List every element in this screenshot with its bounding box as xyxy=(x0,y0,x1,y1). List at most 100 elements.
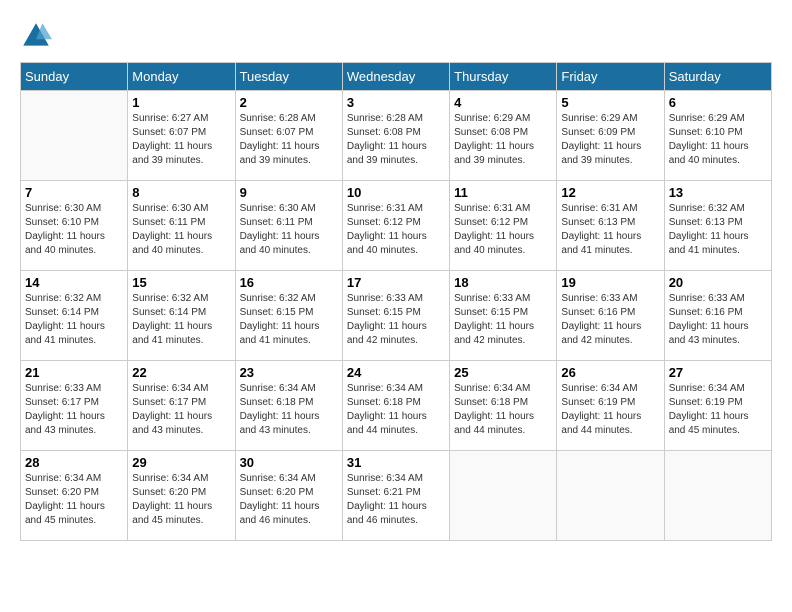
calendar-cell: 23 Sunrise: 6:34 AMSunset: 6:18 PMDayligh… xyxy=(235,361,342,451)
day-of-week-header: Tuesday xyxy=(235,63,342,91)
logo-icon xyxy=(20,20,52,52)
calendar-cell: 17 Sunrise: 6:33 AMSunset: 6:15 PMDayligh… xyxy=(342,271,449,361)
calendar-week-row: 7 Sunrise: 6:30 AMSunset: 6:10 PMDaylight… xyxy=(21,181,772,271)
day-number: 18 xyxy=(454,275,552,290)
day-info: Sunrise: 6:34 AMSunset: 6:17 PMDaylight:… xyxy=(132,382,230,438)
day-info: Sunrise: 6:28 AMSunset: 6:08 PMDaylight:… xyxy=(347,112,445,168)
calendar-cell: 29Sunrise: 6:34 AMSunset: 6:20 PMDayligh… xyxy=(128,451,235,541)
calendar-cell: 26Sunrise: 6:34 AMSunset: 6:19 PMDayligh… xyxy=(557,361,664,451)
calendar-cell: 25 Sunrise: 6:34 AMSunset: 6:18 PMDayligh… xyxy=(450,361,557,451)
day-number: 31 xyxy=(347,455,445,470)
calendar-cell: 24Sunrise: 6:34 AMSunset: 6:18 PMDayligh… xyxy=(342,361,449,451)
logo xyxy=(20,20,56,52)
day-info: Sunrise: 6:34 AMSunset: 6:18 PMDaylight:… xyxy=(347,382,445,438)
calendar-cell: 14 Sunrise: 6:32 AMSunset: 6:14 PMDayligh… xyxy=(21,271,128,361)
day-number: 23 xyxy=(240,365,338,380)
day-info: Sunrise: 6:34 AMSunset: 6:19 PMDaylight:… xyxy=(669,382,767,438)
day-number: 20 xyxy=(669,275,767,290)
day-info: Sunrise: 6:33 AMSunset: 6:15 PMDaylight:… xyxy=(454,292,552,348)
calendar-cell: 20Sunrise: 6:33 AMSunset: 6:16 PMDayligh… xyxy=(664,271,771,361)
calendar-cell: 6Sunrise: 6:29 AMSunset: 6:10 PMDaylight… xyxy=(664,91,771,181)
day-number: 10 xyxy=(347,185,445,200)
day-number: 22 xyxy=(132,365,230,380)
day-number: 12 xyxy=(561,185,659,200)
calendar-cell: 18 Sunrise: 6:33 AMSunset: 6:15 PMDayligh… xyxy=(450,271,557,361)
page-header xyxy=(20,20,772,52)
day-number: 30 xyxy=(240,455,338,470)
calendar-cell: 30 Sunrise: 6:34 AMSunset: 6:20 PMDayligh… xyxy=(235,451,342,541)
day-of-week-header: Wednesday xyxy=(342,63,449,91)
day-info: Sunrise: 6:29 AMSunset: 6:08 PMDaylight:… xyxy=(454,112,552,168)
day-info: Sunrise: 6:30 AMSunset: 6:10 PMDaylight:… xyxy=(25,202,123,258)
day-info: Sunrise: 6:34 AMSunset: 6:20 PMDaylight:… xyxy=(240,472,338,528)
day-info: Sunrise: 6:32 AMSunset: 6:13 PMDaylight:… xyxy=(669,202,767,258)
day-info: Sunrise: 6:30 AMSunset: 6:11 PMDaylight:… xyxy=(132,202,230,258)
calendar-week-row: 21 Sunrise: 6:33 AMSunset: 6:17 PMDayligh… xyxy=(21,361,772,451)
day-number: 8 xyxy=(132,185,230,200)
day-info: Sunrise: 6:34 AMSunset: 6:21 PMDaylight:… xyxy=(347,472,445,528)
day-number: 15 xyxy=(132,275,230,290)
day-number: 14 xyxy=(25,275,123,290)
calendar-cell: 28 Sunrise: 6:34 AMSunset: 6:20 PMDayligh… xyxy=(21,451,128,541)
calendar-cell: 19 Sunrise: 6:33 AMSunset: 6:16 PMDayligh… xyxy=(557,271,664,361)
day-number: 7 xyxy=(25,185,123,200)
day-of-week-header: Monday xyxy=(128,63,235,91)
day-number: 27 xyxy=(669,365,767,380)
day-info: Sunrise: 6:30 AMSunset: 6:11 PMDaylight:… xyxy=(240,202,338,258)
day-info: Sunrise: 6:34 AMSunset: 6:20 PMDaylight:… xyxy=(25,472,123,528)
day-info: Sunrise: 6:33 AMSunset: 6:15 PMDaylight:… xyxy=(347,292,445,348)
day-info: Sunrise: 6:31 AMSunset: 6:12 PMDaylight:… xyxy=(454,202,552,258)
day-number: 28 xyxy=(25,455,123,470)
day-number: 26 xyxy=(561,365,659,380)
day-info: Sunrise: 6:28 AMSunset: 6:07 PMDaylight:… xyxy=(240,112,338,168)
day-number: 17 xyxy=(347,275,445,290)
day-number: 4 xyxy=(454,95,552,110)
calendar-cell xyxy=(450,451,557,541)
calendar-cell xyxy=(664,451,771,541)
day-number: 21 xyxy=(25,365,123,380)
calendar-cell: 8 Sunrise: 6:30 AMSunset: 6:11 PMDaylight… xyxy=(128,181,235,271)
calendar-cell: 21 Sunrise: 6:33 AMSunset: 6:17 PMDayligh… xyxy=(21,361,128,451)
day-info: Sunrise: 6:31 AMSunset: 6:12 PMDaylight:… xyxy=(347,202,445,258)
calendar-cell: 5Sunrise: 6:29 AMSunset: 6:09 PMDaylight… xyxy=(557,91,664,181)
day-number: 9 xyxy=(240,185,338,200)
day-number: 1 xyxy=(132,95,230,110)
day-info: Sunrise: 6:29 AMSunset: 6:10 PMDaylight:… xyxy=(669,112,767,168)
day-number: 16 xyxy=(240,275,338,290)
calendar-cell: 7 Sunrise: 6:30 AMSunset: 6:10 PMDaylight… xyxy=(21,181,128,271)
calendar-header-row: SundayMondayTuesdayWednesdayThursdayFrid… xyxy=(21,63,772,91)
calendar-cell: 11Sunrise: 6:31 AMSunset: 6:12 PMDayligh… xyxy=(450,181,557,271)
calendar-cell: 10 Sunrise: 6:31 AMSunset: 6:12 PMDayligh… xyxy=(342,181,449,271)
day-number: 13 xyxy=(669,185,767,200)
day-of-week-header: Friday xyxy=(557,63,664,91)
calendar-cell: 15 Sunrise: 6:32 AMSunset: 6:14 PMDayligh… xyxy=(128,271,235,361)
calendar-cell: 31 Sunrise: 6:34 AMSunset: 6:21 PMDayligh… xyxy=(342,451,449,541)
day-info: Sunrise: 6:34 AMSunset: 6:18 PMDaylight:… xyxy=(454,382,552,438)
calendar-cell: 1 Sunrise: 6:27 AMSunset: 6:07 PMDaylight… xyxy=(128,91,235,181)
day-of-week-header: Sunday xyxy=(21,63,128,91)
day-info: Sunrise: 6:33 AMSunset: 6:16 PMDaylight:… xyxy=(561,292,659,348)
day-of-week-header: Saturday xyxy=(664,63,771,91)
calendar-cell: 27 Sunrise: 6:34 AMSunset: 6:19 PMDayligh… xyxy=(664,361,771,451)
day-number: 25 xyxy=(454,365,552,380)
calendar-table: SundayMondayTuesdayWednesdayThursdayFrid… xyxy=(20,62,772,541)
day-of-week-header: Thursday xyxy=(450,63,557,91)
day-info: Sunrise: 6:34 AMSunset: 6:20 PMDaylight:… xyxy=(132,472,230,528)
calendar-cell: 3 Sunrise: 6:28 AMSunset: 6:08 PMDaylight… xyxy=(342,91,449,181)
day-number: 3 xyxy=(347,95,445,110)
day-info: Sunrise: 6:31 AMSunset: 6:13 PMDaylight:… xyxy=(561,202,659,258)
day-number: 2 xyxy=(240,95,338,110)
day-info: Sunrise: 6:32 AMSunset: 6:14 PMDaylight:… xyxy=(132,292,230,348)
calendar-cell: 16Sunrise: 6:32 AMSunset: 6:15 PMDayligh… xyxy=(235,271,342,361)
calendar-cell: 2 Sunrise: 6:28 AMSunset: 6:07 PMDaylight… xyxy=(235,91,342,181)
calendar-week-row: 1 Sunrise: 6:27 AMSunset: 6:07 PMDaylight… xyxy=(21,91,772,181)
day-info: Sunrise: 6:32 AMSunset: 6:14 PMDaylight:… xyxy=(25,292,123,348)
day-number: 19 xyxy=(561,275,659,290)
calendar-cell: 4 Sunrise: 6:29 AMSunset: 6:08 PMDaylight… xyxy=(450,91,557,181)
day-info: Sunrise: 6:33 AMSunset: 6:17 PMDaylight:… xyxy=(25,382,123,438)
day-info: Sunrise: 6:29 AMSunset: 6:09 PMDaylight:… xyxy=(561,112,659,168)
calendar-cell: 22 Sunrise: 6:34 AMSunset: 6:17 PMDayligh… xyxy=(128,361,235,451)
day-info: Sunrise: 6:34 AMSunset: 6:18 PMDaylight:… xyxy=(240,382,338,438)
calendar-cell xyxy=(21,91,128,181)
day-info: Sunrise: 6:27 AMSunset: 6:07 PMDaylight:… xyxy=(132,112,230,168)
